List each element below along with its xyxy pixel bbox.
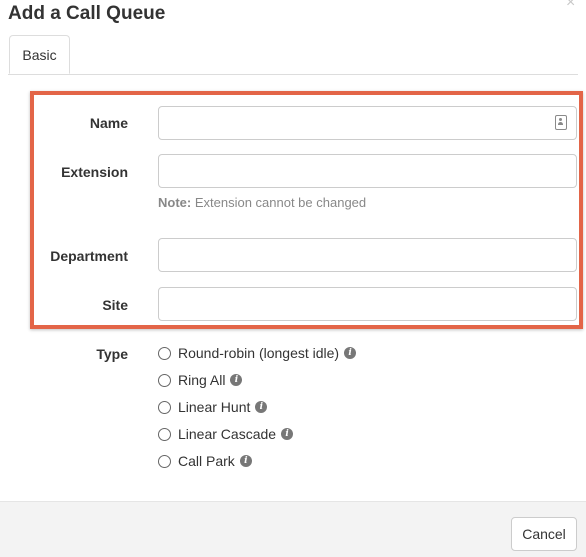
department-label: Department xyxy=(50,248,128,264)
site-label: Site xyxy=(102,297,128,313)
contact-card-icon[interactable] xyxy=(555,115,567,130)
dialog-title: Add a Call Queue xyxy=(8,3,166,24)
radio-ring-all[interactable]: Ring All i xyxy=(158,371,243,389)
radio-label[interactable]: Linear Hunt xyxy=(178,399,250,415)
info-icon[interactable]: i xyxy=(344,347,357,359)
radio-label[interactable]: Ring All xyxy=(178,372,225,388)
cancel-button[interactable]: Cancel xyxy=(511,517,577,551)
info-icon[interactable]: i xyxy=(255,401,268,413)
radio-label[interactable]: Round-robin (longest idle) xyxy=(178,345,339,361)
extension-note: Note: Extension cannot be changed xyxy=(158,195,366,210)
radio-call-park[interactable]: Call Park i xyxy=(158,452,252,470)
name-input[interactable] xyxy=(158,106,577,140)
extension-input[interactable] xyxy=(158,154,577,188)
site-input[interactable] xyxy=(158,287,577,321)
radio-round-robin[interactable]: Round-robin (longest idle) i xyxy=(158,344,357,362)
info-icon[interactable]: i xyxy=(230,374,243,386)
radio-linear-hunt[interactable]: Linear Hunt i xyxy=(158,398,268,416)
dialog-footer xyxy=(0,501,586,557)
radio-label[interactable]: Linear Cascade xyxy=(178,426,276,442)
radio-button[interactable] xyxy=(158,400,171,414)
tab-basic[interactable]: Basic xyxy=(9,35,70,74)
department-input[interactable] xyxy=(158,238,577,272)
extension-label: Extension xyxy=(61,164,128,180)
tab-basic-label: Basic xyxy=(22,46,57,63)
close-icon[interactable]: × xyxy=(566,0,575,12)
tab-bar-divider xyxy=(8,74,578,75)
radio-button[interactable] xyxy=(158,373,171,387)
radio-button[interactable] xyxy=(158,346,171,360)
name-label: Name xyxy=(89,115,128,131)
info-icon[interactable]: i xyxy=(239,455,252,467)
radio-linear-cascade[interactable]: Linear Cascade i xyxy=(158,425,294,443)
radio-button[interactable] xyxy=(158,427,171,441)
note-text: Extension cannot be changed xyxy=(191,195,367,210)
radio-label[interactable]: Call Park xyxy=(178,453,235,469)
type-label: Type xyxy=(96,346,128,362)
note-prefix: Note: xyxy=(158,195,192,210)
radio-button[interactable] xyxy=(158,454,171,468)
info-icon[interactable]: i xyxy=(281,428,294,440)
